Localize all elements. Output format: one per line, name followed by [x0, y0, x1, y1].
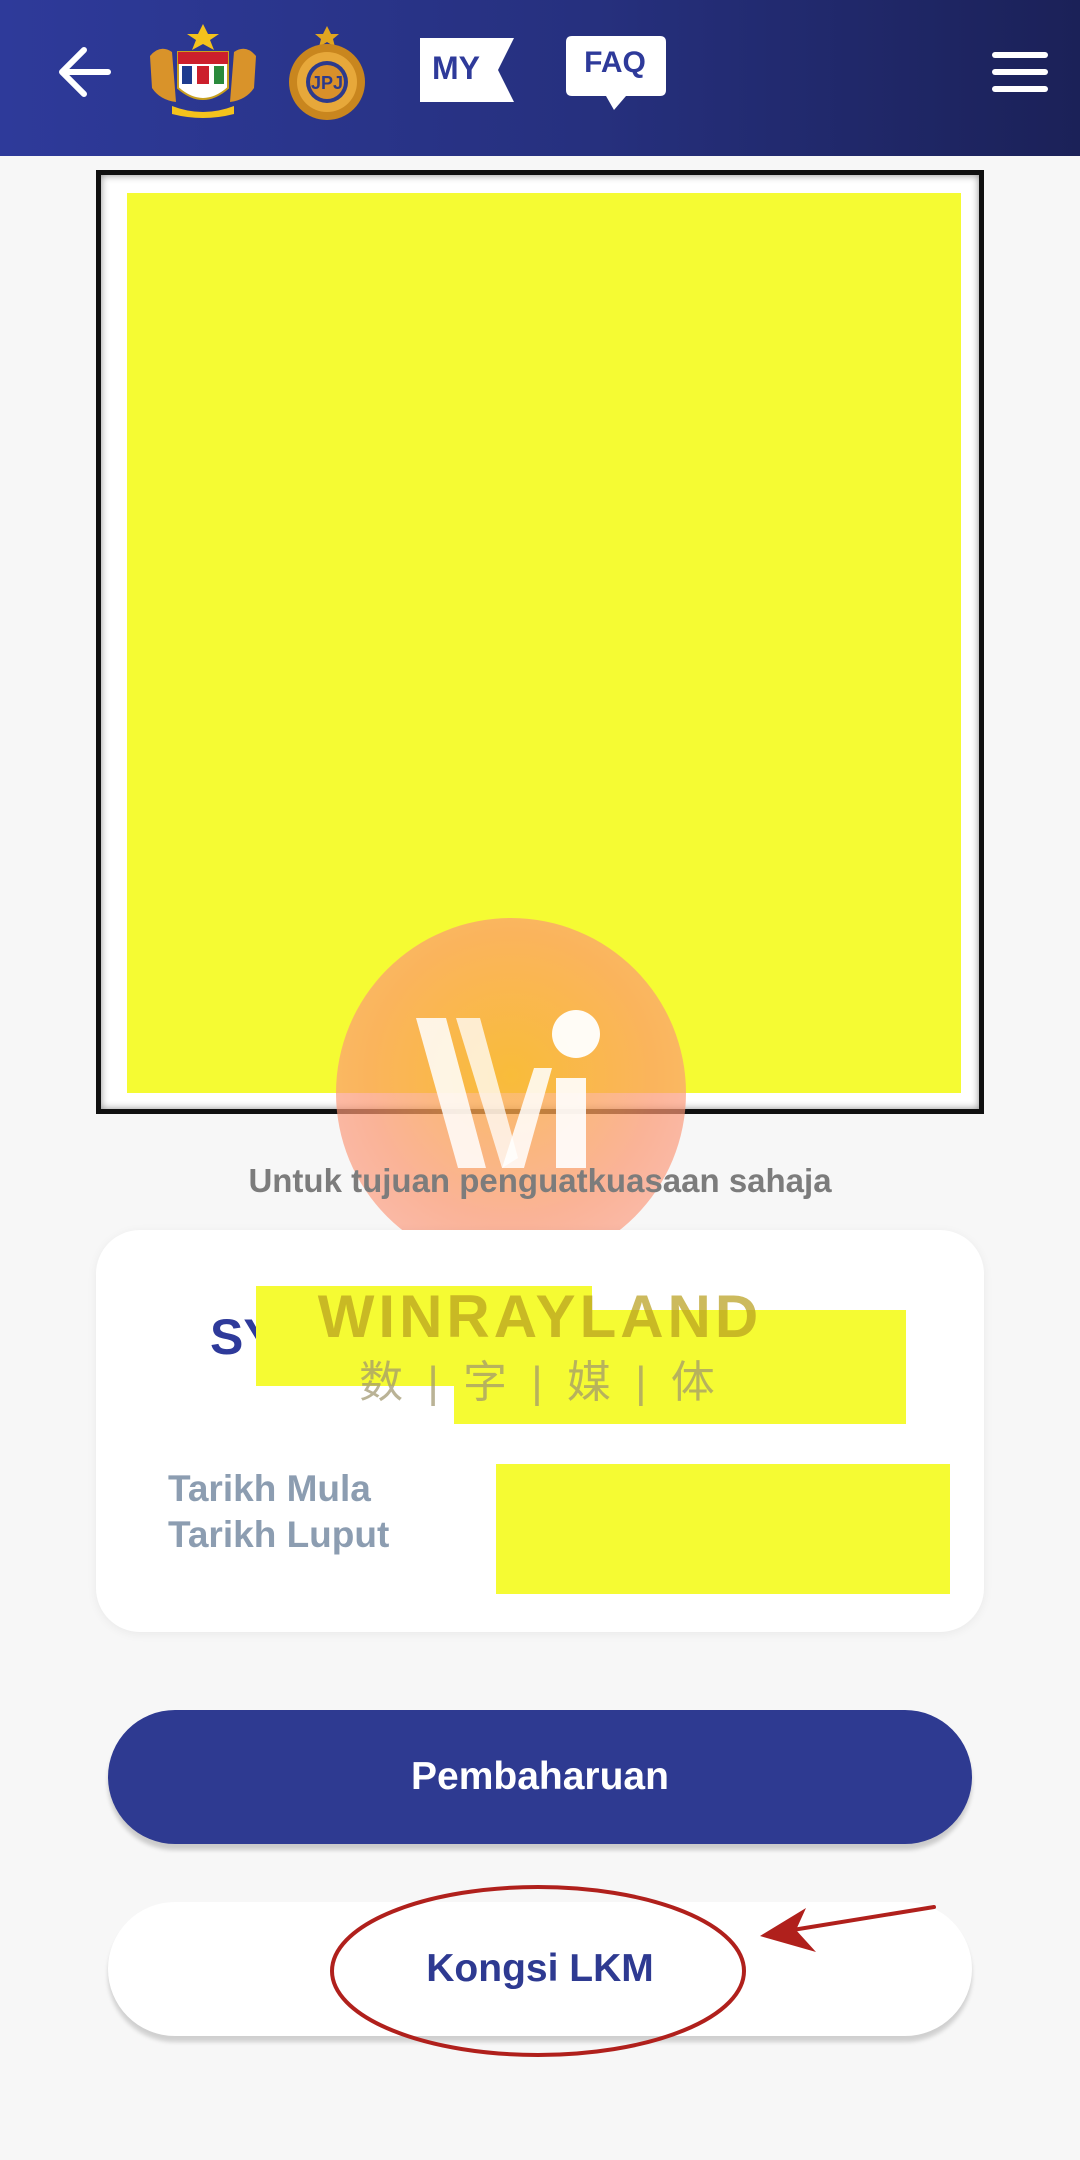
watermark-subtitle: 数 | 字 | 媒 | 体 [359, 1358, 721, 1407]
arrow-left-icon [59, 47, 111, 97]
language-toggle-button[interactable]: MY [416, 34, 518, 106]
jpj-emblem-logo: JPJ [282, 24, 372, 122]
watermark-brand: WINRAYLAND [317, 1283, 763, 1350]
app-header: JPJ MY FAQ [0, 0, 1080, 156]
faq-button[interactable]: FAQ [564, 34, 668, 114]
share-button[interactable]: Kongsi LKM [108, 1902, 972, 2036]
watermark-logo [336, 918, 686, 1268]
hamburger-menu-icon [992, 52, 1048, 92]
back-button[interactable] [52, 40, 116, 104]
renew-button[interactable]: Pembaharuan [108, 1710, 972, 1844]
redacted-dates-block [496, 1464, 950, 1594]
license-caption: Untuk tujuan penguatkuasaan sahaja [248, 1162, 832, 1199]
language-label: MY [432, 50, 480, 86]
start-date-label: Tarikh Mula [168, 1468, 371, 1509]
svg-text:JPJ: JPJ [311, 73, 343, 93]
faq-label: FAQ [584, 46, 646, 79]
menu-button[interactable] [990, 50, 1050, 94]
expiry-date-label: Tarikh Luput [168, 1514, 390, 1555]
malaysia-coat-of-arms-logo [142, 22, 264, 122]
